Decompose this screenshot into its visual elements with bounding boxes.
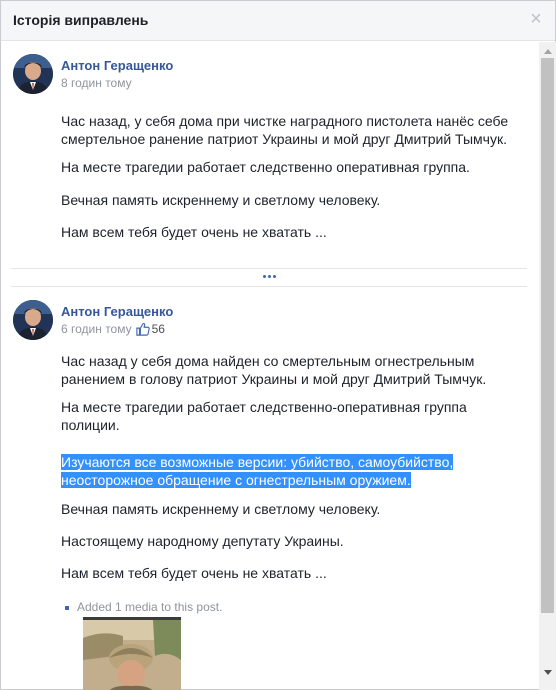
scrollbar-thumb[interactable] (541, 58, 554, 613)
more-dots-icon[interactable] (263, 275, 277, 281)
post-author[interactable]: Антон Геращенко (61, 304, 173, 319)
post-timestamp[interactable]: 6 годин тому (61, 322, 132, 336)
dialog-title: Історія виправлень (13, 12, 149, 28)
post-paragraph: Час назад, у себя дома при чистке наград… (61, 113, 509, 147)
bullet-icon (65, 605, 69, 610)
post-paragraph: Вечная память искреннему и светлому чело… (61, 192, 381, 208)
post-author[interactable]: Антон Геращенко (61, 58, 173, 73)
post-paragraph: На месте трагедии работает следственно-о… (61, 399, 467, 433)
media-thumbnail[interactable] (83, 617, 181, 690)
close-icon[interactable]: × (529, 9, 543, 29)
avatar[interactable] (13, 300, 53, 340)
selected-text: Изучаются все возможные версии: убийство… (61, 454, 454, 488)
thumbs-up-icon (135, 322, 150, 336)
post-paragraph: На месте трагедии работает следственно о… (61, 159, 470, 175)
post-paragraph-highlighted: Изучаются все возможные версии: убийство… (61, 453, 521, 489)
version-separator (11, 268, 527, 269)
change-log-item: Added 1 media to this post. (65, 600, 222, 614)
change-log-text: Added 1 media to this post. (77, 600, 223, 614)
post-meta: 6 годин тому 56 (61, 322, 165, 336)
likes-count[interactable]: 56 (135, 322, 165, 336)
post-version: Антон Геращенко 6 годин тому 56 Час наза… (13, 300, 527, 690)
dialog-header: Історія виправлень × (1, 1, 555, 41)
history-content[interactable]: Антон Геращенко 8 годин тому Час назад, … (1, 42, 539, 690)
scroll-up-arrow-icon[interactable] (541, 45, 554, 57)
post-paragraph: Вечная память искреннему и светлому чело… (61, 501, 381, 517)
version-separator (11, 286, 527, 287)
post-paragraph: Нам всем тебя будет очень не хватать ... (61, 565, 327, 581)
post-paragraph: Настоящему народному депутату Украины. (61, 533, 344, 549)
scroll-down-arrow-icon[interactable] (541, 666, 554, 678)
post-timestamp[interactable]: 8 годин тому (61, 76, 132, 90)
likes-number: 56 (151, 322, 165, 336)
edit-history-dialog: Історія виправлень × Антон Геращенко 8 г… (0, 0, 556, 690)
post-paragraph: Час назад у себя дома найден со смертель… (61, 353, 487, 387)
avatar[interactable] (13, 54, 53, 94)
post-paragraph: Нам всем тебя будет очень не хватать ... (61, 224, 327, 240)
post-meta: 8 годин тому (61, 76, 132, 90)
post-version: Антон Геращенко 8 годин тому Час назад, … (13, 54, 527, 264)
